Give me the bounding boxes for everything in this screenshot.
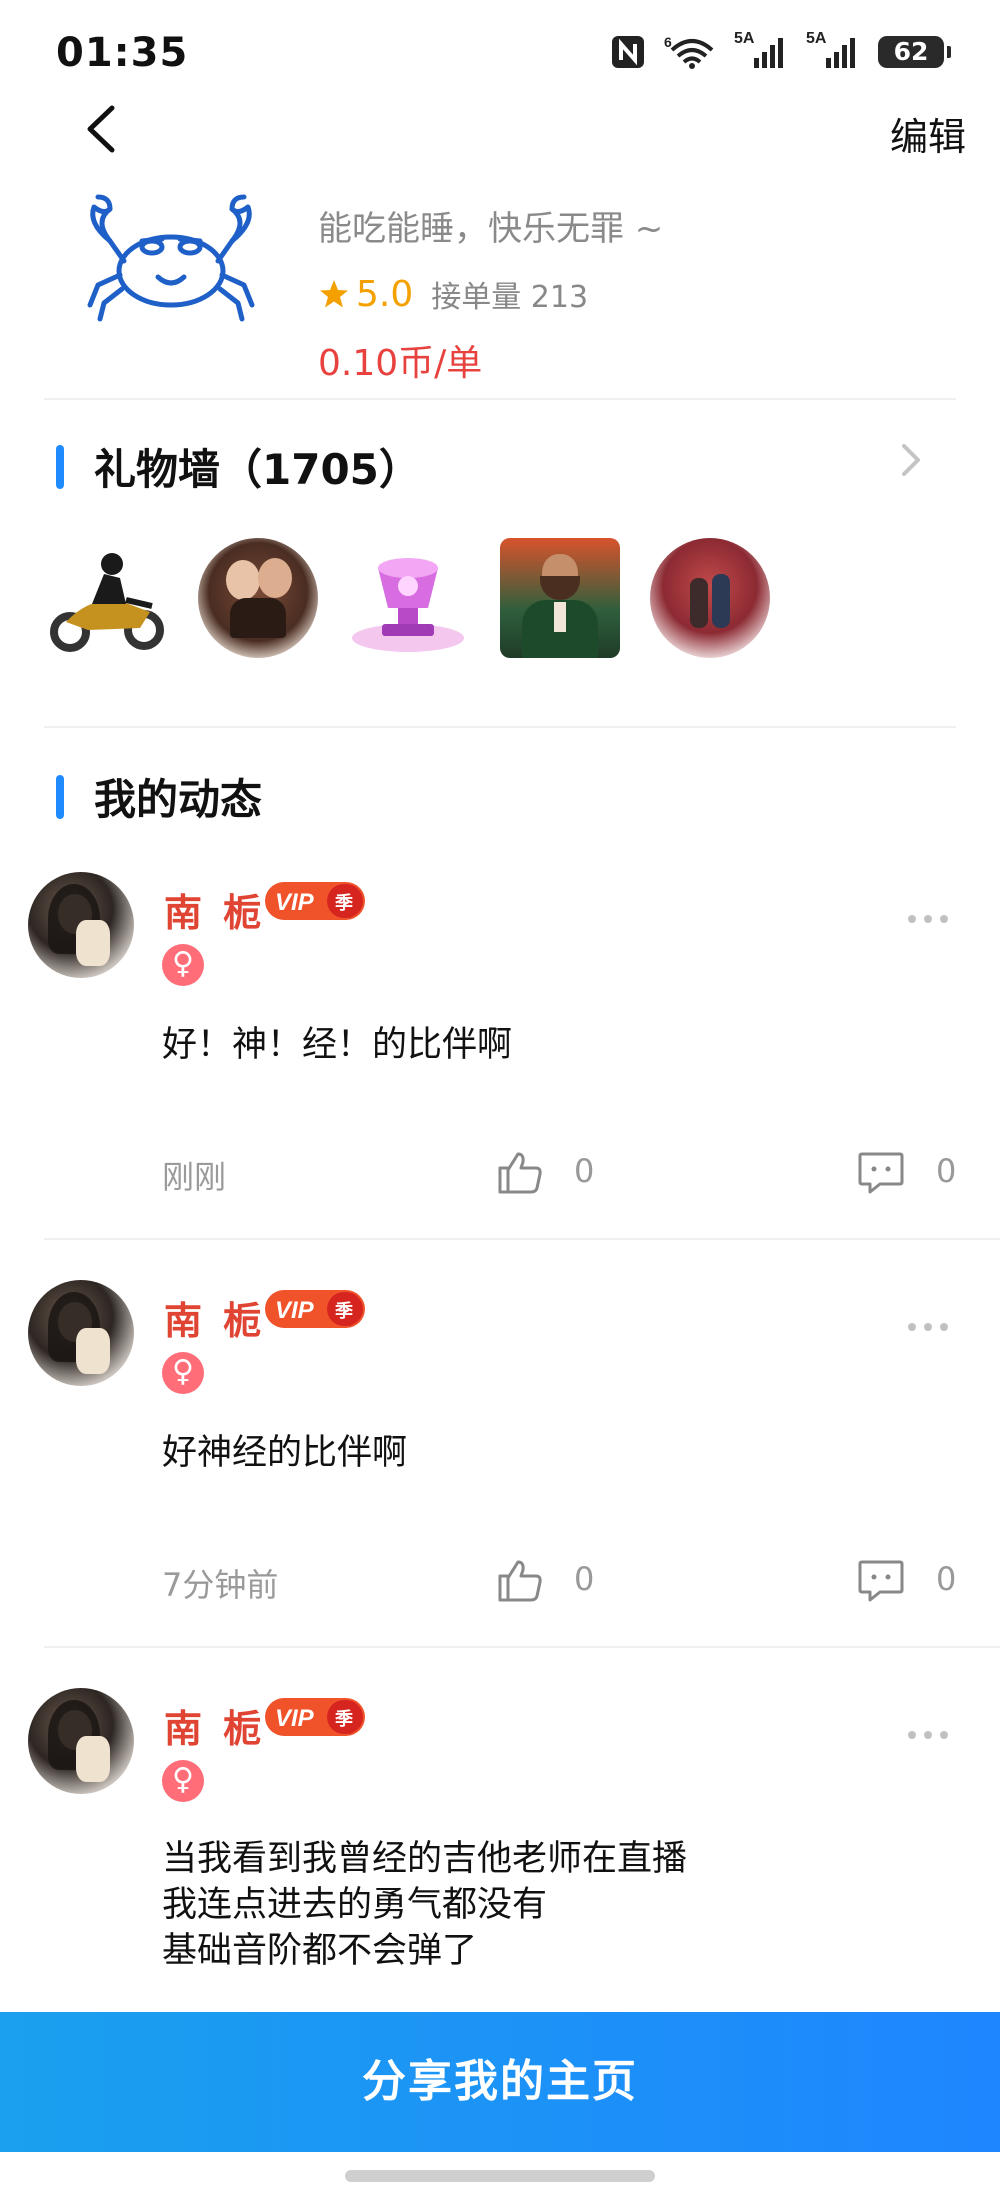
- post-author-name[interactable]: 南 栀: [164, 1290, 265, 1345]
- vip-season: 季: [335, 1709, 353, 1730]
- comment-icon[interactable]: [856, 1556, 906, 1606]
- profile-header: 能吃能睡，快乐无罪 ~ 5.0 接单量 213 0.10币/单: [0, 185, 1000, 405]
- divider: [44, 1238, 1000, 1240]
- more-options-icon[interactable]: [906, 912, 950, 926]
- comment-count: 0: [936, 1152, 957, 1190]
- signal-1-icon: 5A: [734, 30, 788, 70]
- post-author-name[interactable]: 南 栀: [164, 882, 265, 937]
- status-icons: 6 5A 5A 62: [610, 30, 951, 70]
- divider: [44, 398, 956, 400]
- comment-icon[interactable]: [856, 1148, 906, 1198]
- post-text: 当我看到我曾经的吉他老师在直播 我连点进去的勇气都没有 基础音阶都不会弹了: [162, 1839, 688, 1971]
- section-accent-bar: [56, 444, 64, 489]
- home-indicator[interactable]: [345, 2170, 655, 2182]
- avatar[interactable]: [28, 1280, 134, 1386]
- vip-badge: VIP 季: [265, 1290, 365, 1328]
- post-author-name[interactable]: 南 栀: [164, 1698, 265, 1753]
- gender-female-icon: ♀: [162, 1760, 204, 1802]
- trophy-2026-gift[interactable]: [348, 538, 468, 658]
- chevron-left-icon[interactable]: [78, 102, 126, 156]
- cherry-blossom-couple-gift[interactable]: [650, 538, 770, 658]
- vip-season: 季: [335, 1301, 353, 1322]
- like-icon[interactable]: [496, 1148, 544, 1196]
- like-icon[interactable]: [496, 1556, 544, 1604]
- vip-label: VIP: [275, 1705, 315, 1732]
- comment-count: 0: [936, 1560, 957, 1598]
- vip-label: VIP: [275, 889, 315, 916]
- couple-portrait-gift[interactable]: [198, 538, 318, 658]
- vip-label: VIP: [275, 1297, 315, 1324]
- crab-icon[interactable]: [80, 193, 262, 323]
- post-time: 7分钟前: [162, 1566, 279, 1604]
- star-icon: [320, 280, 348, 308]
- post-text: 好神经的比伴啊: [162, 1433, 408, 1473]
- profile-info: 能吃能睡，快乐无罪 ~ 5.0 接单量 213 0.10币/单: [318, 201, 663, 386]
- edit-button[interactable]: 编辑: [890, 106, 966, 161]
- svg-text:6: 6: [664, 34, 672, 50]
- feed-title: 我的动态: [94, 775, 263, 824]
- like-count: 0: [574, 1560, 595, 1598]
- signal-2-icon: 5A: [806, 30, 860, 70]
- divider: [44, 726, 956, 728]
- gender-female-icon: ♀: [162, 1352, 204, 1394]
- section-accent-bar: [56, 774, 64, 819]
- post-time: 刚刚: [162, 1158, 227, 1196]
- avatar[interactable]: [28, 1688, 134, 1794]
- status-bar: 01:35 6 5A 5A 62: [0, 0, 1000, 100]
- top-nav: 编辑: [0, 96, 1000, 160]
- feed-post: 南 栀 VIP 季 ♀ 好！神！经！的比伴啊 刚刚 0 0: [0, 872, 1000, 1232]
- status-time: 01:35: [56, 30, 189, 76]
- motorcycle-rider-gift[interactable]: [48, 538, 168, 658]
- wifi-icon: 6: [664, 34, 714, 69]
- gift-list: [48, 538, 948, 668]
- share-homepage-button[interactable]: 分享我的主页: [0, 2012, 1000, 2152]
- chevron-right-icon[interactable]: [898, 440, 924, 480]
- vip-season: 季: [335, 893, 353, 914]
- like-count: 0: [574, 1152, 595, 1190]
- gift-wall-title: 礼物墙（1705）: [94, 445, 421, 494]
- feed-header: 我的动态: [56, 766, 262, 827]
- feed-post: 南 栀 VIP 季 ♀ 当我看到我曾经的吉他老师在直播 我连点进去的勇气都没有 …: [0, 1688, 1000, 2008]
- feed-post: 南 栀 VIP 季 ♀ 好神经的比伴啊 7分钟前 0 0: [0, 1280, 1000, 1640]
- gift-wall-header[interactable]: 礼物墙（1705）: [56, 436, 421, 497]
- price-per-order: 0.10币/单: [318, 343, 483, 384]
- vip-badge: VIP 季: [265, 1698, 365, 1736]
- profile-bio: 能吃能睡，快乐无罪 ~: [318, 209, 664, 249]
- rating-row: 5.0 接单量 213: [318, 272, 663, 316]
- battery-icon: 62: [878, 36, 951, 68]
- avatar[interactable]: [28, 872, 134, 978]
- nfc-icon: [612, 36, 644, 68]
- more-options-icon[interactable]: [906, 1320, 950, 1334]
- gender-female-icon: ♀: [162, 944, 204, 986]
- orders-count: 接单量 213: [431, 280, 589, 315]
- vip-badge: VIP 季: [265, 882, 365, 920]
- gentleman-portrait-gift[interactable]: [500, 538, 620, 658]
- rating-value: 5.0: [356, 273, 414, 315]
- more-options-icon[interactable]: [906, 1728, 950, 1742]
- divider: [44, 1646, 1000, 1648]
- post-text: 好！神！经！的比伴啊: [162, 1025, 513, 1065]
